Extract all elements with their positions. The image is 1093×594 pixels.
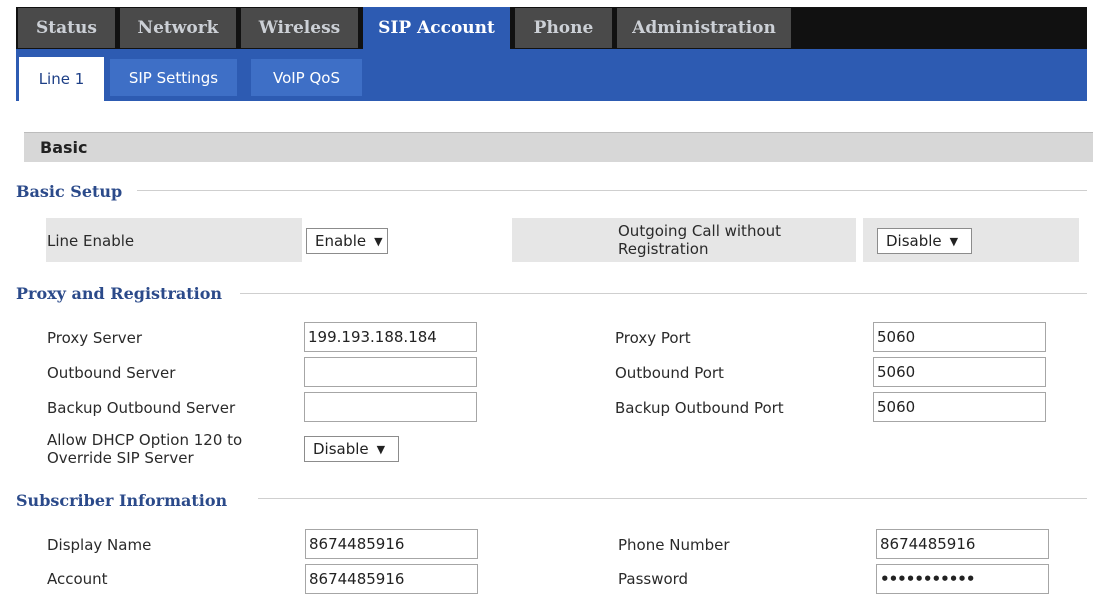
select-value: Disable bbox=[313, 440, 369, 458]
password-label: Password bbox=[618, 570, 689, 588]
dhcp-option-select[interactable]: Disable ▼ bbox=[304, 436, 399, 462]
display-name-label: Display Name bbox=[47, 536, 152, 554]
account-label: Account bbox=[47, 570, 108, 588]
sub-tab-bar: Line 1 SIP Settings VoIP QoS bbox=[16, 49, 1087, 101]
tab-phone[interactable]: Phone bbox=[515, 8, 612, 48]
outbound-server-label: Outbound Server bbox=[47, 364, 176, 382]
line-enable-label: Line Enable bbox=[47, 232, 135, 250]
backup-outbound-server-input[interactable] bbox=[304, 392, 477, 422]
proxy-server-input[interactable]: 199.193.188.184 bbox=[304, 322, 477, 352]
display-name-input[interactable]: 8674485916 bbox=[305, 529, 478, 559]
outgoing-call-label: Outgoing Call without Registration bbox=[618, 222, 781, 258]
chevron-down-icon: ▼ bbox=[374, 234, 383, 248]
section-title-proxy-registration: Proxy and Registration bbox=[16, 284, 223, 303]
section-title-subscriber-information: Subscriber Information bbox=[16, 491, 228, 510]
line-enable-select[interactable]: Enable ▼ bbox=[306, 228, 388, 254]
section-divider bbox=[137, 190, 1087, 191]
tab-network[interactable]: Network bbox=[120, 8, 236, 48]
outbound-server-input[interactable] bbox=[304, 357, 477, 387]
subtab-sip-settings[interactable]: SIP Settings bbox=[110, 59, 237, 96]
dhcp-option-label: Allow DHCP Option 120 to Override SIP Se… bbox=[47, 431, 242, 467]
password-input[interactable]: ••••••••••• bbox=[876, 564, 1049, 594]
proxy-server-label: Proxy Server bbox=[47, 329, 143, 347]
account-input[interactable]: 8674485916 bbox=[305, 564, 478, 594]
tab-status[interactable]: Status bbox=[18, 8, 115, 48]
backup-outbound-port-label: Backup Outbound Port bbox=[615, 399, 784, 417]
outgoing-call-label-line1: Outgoing Call without bbox=[618, 222, 782, 240]
backup-outbound-port-input[interactable]: 5060 bbox=[873, 392, 1046, 422]
outgoing-call-select[interactable]: Disable ▼ bbox=[877, 228, 972, 254]
section-title-basic-setup: Basic Setup bbox=[16, 182, 123, 201]
select-value: Enable bbox=[315, 232, 367, 250]
section-divider bbox=[240, 293, 1087, 294]
tab-wireless[interactable]: Wireless bbox=[241, 8, 358, 48]
proxy-port-input[interactable]: 5060 bbox=[873, 322, 1046, 352]
outbound-port-label: Outbound Port bbox=[615, 364, 724, 382]
outgoing-call-label-line2: Registration bbox=[618, 240, 709, 258]
main-tab-bar: Status Network Wireless SIP Account Phon… bbox=[16, 7, 1087, 49]
dhcp-option-label-line1: Allow DHCP Option 120 to bbox=[47, 431, 243, 449]
dhcp-option-label-line2: Override SIP Server bbox=[47, 449, 194, 467]
tab-administration[interactable]: Administration bbox=[617, 8, 791, 48]
panel-title: Basic bbox=[24, 132, 1093, 162]
chevron-down-icon: ▼ bbox=[949, 234, 959, 248]
subtab-voip-qos[interactable]: VoIP QoS bbox=[251, 59, 362, 96]
phone-number-input[interactable]: 8674485916 bbox=[876, 529, 1049, 559]
tab-sip-account[interactable]: SIP Account bbox=[363, 7, 510, 49]
chevron-down-icon: ▼ bbox=[376, 442, 386, 456]
proxy-port-label: Proxy Port bbox=[615, 329, 691, 347]
select-value: Disable bbox=[886, 232, 942, 250]
section-divider bbox=[258, 498, 1087, 499]
phone-number-label: Phone Number bbox=[618, 536, 730, 554]
backup-outbound-server-label: Backup Outbound Server bbox=[47, 399, 236, 417]
subtab-line-1[interactable]: Line 1 bbox=[19, 57, 104, 101]
outbound-port-input[interactable]: 5060 bbox=[873, 357, 1046, 387]
